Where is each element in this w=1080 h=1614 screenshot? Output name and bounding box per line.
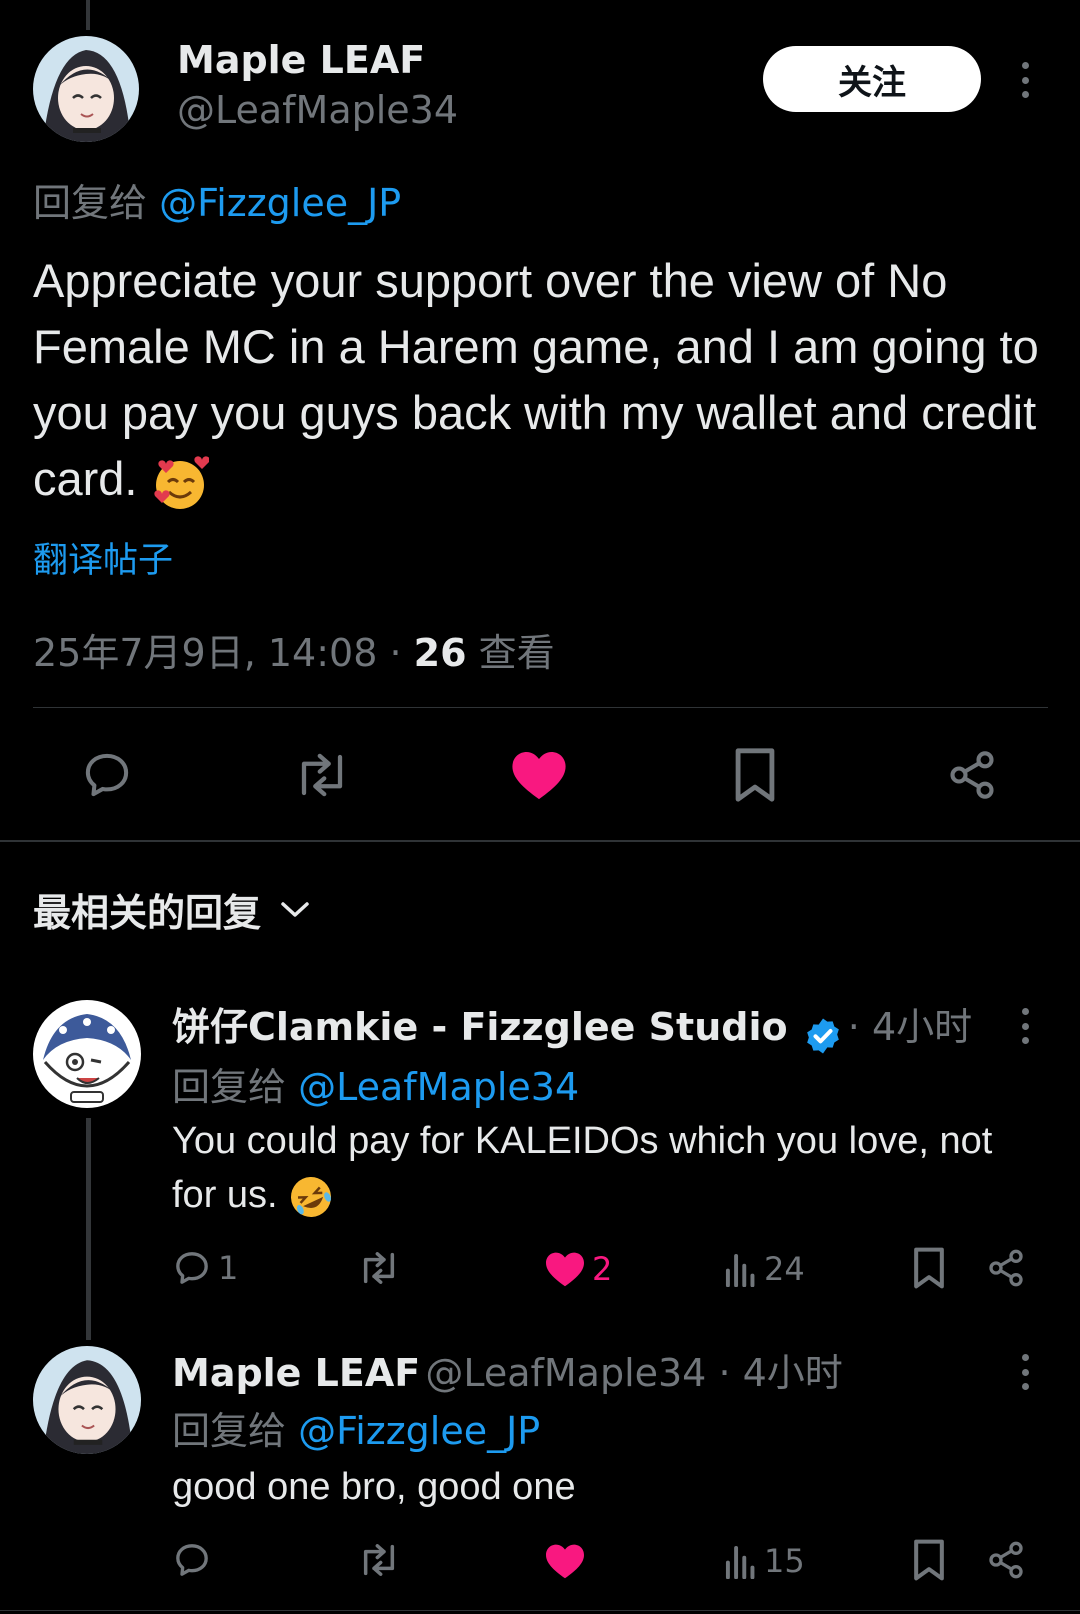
reply-avatar-clamkie[interactable] xyxy=(33,1000,141,1108)
like-button[interactable] xyxy=(510,748,568,802)
reply-to-link[interactable]: @Fizzglee_JP xyxy=(159,181,401,225)
share-icon xyxy=(989,1541,1023,1579)
bookmark-icon xyxy=(735,748,775,802)
share-icon xyxy=(989,1249,1023,1287)
views-count: 15 xyxy=(764,1542,805,1580)
post-timestamp[interactable]: 25年7月9日, 14:08 · xyxy=(33,631,414,675)
heart-filled-icon xyxy=(546,1252,584,1287)
thread-connector xyxy=(86,0,90,30)
views-label: 查看 xyxy=(466,631,555,675)
reply-icon xyxy=(176,1544,208,1576)
reply-to-line: 回复给 @LeafMaple34 xyxy=(172,1056,579,1111)
reply-bookmark-button[interactable] xyxy=(912,1246,946,1290)
chevron-down-icon xyxy=(281,901,309,917)
reply-header: 饼仔Clamkie - Fizzglee Studio · 4小时 xyxy=(172,996,972,1056)
reply-like-button[interactable]: 2 xyxy=(544,1250,612,1288)
reply-to-link[interactable]: @LeafMaple34 xyxy=(298,1065,579,1109)
repost-button[interactable] xyxy=(292,748,352,802)
reply-repost-button[interactable] xyxy=(356,1248,402,1288)
share-button[interactable] xyxy=(946,748,998,802)
share-icon xyxy=(950,751,994,799)
reply-bookmark-button[interactable] xyxy=(912,1538,946,1582)
reply-more-icon[interactable] xyxy=(1010,1350,1040,1394)
bookmark-button[interactable] xyxy=(732,746,778,804)
reply-author-name[interactable]: Maple LEAF xyxy=(172,1351,420,1395)
reply-time[interactable]: · 4小时 xyxy=(706,1351,842,1395)
thread-connector xyxy=(86,1118,91,1340)
reply-prefix: 回复给 xyxy=(33,181,148,225)
reply-views-button[interactable]: 24 xyxy=(724,1250,805,1288)
views-count: 26 xyxy=(413,631,467,675)
reply-body: good one bro, good one xyxy=(172,1460,1022,1514)
bookmark-icon xyxy=(914,1539,944,1581)
reply-share-button[interactable] xyxy=(986,1248,1026,1288)
reply-like-button[interactable] xyxy=(544,1542,586,1580)
reply-text: good one bro, good one xyxy=(172,1466,576,1508)
post-body: Appreciate your support over the view of… xyxy=(33,248,1053,512)
reply-avatar-mapleleaf[interactable] xyxy=(33,1346,141,1454)
reply-prefix: 回复给 xyxy=(172,1065,287,1109)
views-chart-icon xyxy=(725,1253,755,1287)
reply-icon xyxy=(176,1252,208,1284)
repost-icon xyxy=(301,753,343,797)
bottom-divider xyxy=(0,1610,1080,1611)
views-chart-icon xyxy=(725,1545,755,1579)
reply-button[interactable] xyxy=(80,748,134,802)
follow-button[interactable]: 关注 xyxy=(763,46,981,112)
reply-views-button[interactable]: 15 xyxy=(724,1542,805,1580)
author-name[interactable]: Maple LEAF xyxy=(177,38,425,82)
reply-reply-button[interactable] xyxy=(172,1540,212,1580)
reply-reply-button[interactable]: 1 xyxy=(172,1248,238,1288)
repost-icon xyxy=(363,1252,395,1284)
section-divider xyxy=(0,840,1080,842)
rolling-laughing-emoji-icon xyxy=(291,1176,332,1217)
reply-to-line: 回复给 @Fizzglee_JP xyxy=(33,172,401,227)
smiling-face-with-hearts-icon xyxy=(153,455,209,509)
divider xyxy=(33,707,1048,708)
more-options-icon[interactable] xyxy=(1010,58,1040,102)
reply-prefix: 回复给 xyxy=(172,1409,287,1453)
translate-post-link[interactable]: 翻译帖子 xyxy=(33,532,173,583)
reply-to-link[interactable]: @Fizzglee_JP xyxy=(298,1409,540,1453)
reply-author-handle[interactable]: @LeafMaple34 xyxy=(425,1351,706,1395)
reply-author-name[interactable]: 饼仔Clamkie - Fizzglee Studio xyxy=(172,1005,788,1049)
reply-header: Maple LEAF @LeafMaple34 · 4小时 xyxy=(172,1342,843,1397)
bookmark-icon xyxy=(914,1247,944,1289)
post-meta: 25年7月9日, 14:08 · 26 查看 xyxy=(33,622,555,677)
heart-filled-icon xyxy=(546,1544,584,1579)
author-avatar[interactable] xyxy=(33,36,139,142)
reply-icon xyxy=(85,753,129,797)
author-handle[interactable]: @LeafMaple34 xyxy=(177,88,458,132)
reply-time[interactable]: · 4小时 xyxy=(848,1005,972,1049)
reply-count: 1 xyxy=(218,1249,239,1287)
views-count: 24 xyxy=(764,1250,805,1288)
verified-badge-icon xyxy=(806,1018,839,1053)
reply-repost-button[interactable] xyxy=(356,1540,402,1580)
heart-filled-icon xyxy=(512,752,566,800)
reply-more-icon[interactable] xyxy=(1010,1004,1040,1048)
like-count: 2 xyxy=(592,1250,613,1288)
repost-icon xyxy=(363,1544,395,1576)
reply-share-button[interactable] xyxy=(986,1540,1026,1580)
reply-sort-selector[interactable]: 最相关的回复 xyxy=(33,882,311,937)
reply-to-line: 回复给 @Fizzglee_JP xyxy=(172,1400,540,1455)
reply-sort-label: 最相关的回复 xyxy=(33,891,262,935)
reply-body: You could pay for KALEIDOs which you lov… xyxy=(172,1114,1022,1222)
